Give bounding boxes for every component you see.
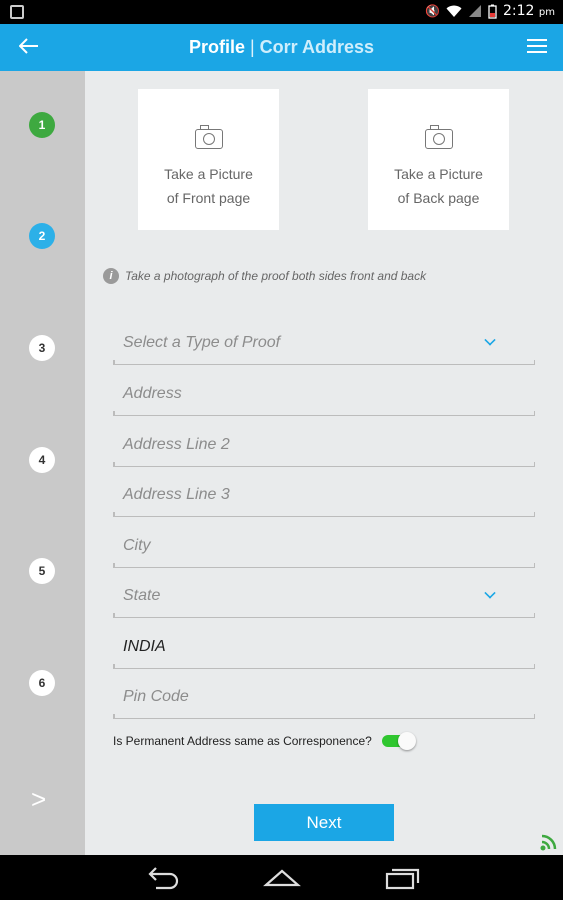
next-button[interactable]: Next: [254, 804, 394, 841]
camera-icon: [424, 125, 453, 149]
nav-recents-icon[interactable]: [383, 865, 423, 891]
address-line2-field[interactable]: Address Line 2: [113, 423, 535, 467]
step-3[interactable]: 3: [29, 335, 55, 361]
step-4[interactable]: 4: [29, 447, 55, 473]
title-main: Profile: [188, 37, 245, 57]
country-field[interactable]: INDIA: [113, 625, 535, 669]
clock: 2:12 pm: [503, 3, 555, 19]
status-icons: 🔇 2:12 pm: [425, 3, 555, 19]
signal-icon: [469, 5, 481, 17]
chevron-down-icon: [484, 587, 496, 599]
step-6[interactable]: 6: [29, 670, 55, 696]
chevron-down-icon: [484, 334, 496, 346]
permanent-address-question: Is Permanent Address same as Corresponen…: [113, 734, 372, 748]
steps-sidebar: 1 2 3 4 5 6 >: [0, 71, 85, 855]
nav-back-icon[interactable]: [144, 865, 184, 891]
address-field[interactable]: Address: [113, 372, 535, 416]
permanent-address-toggle[interactable]: [381, 732, 416, 750]
front-photo-card[interactable]: Take a Picture of Front page: [138, 89, 279, 230]
connectivity-icon: [540, 834, 557, 851]
step-5[interactable]: 5: [29, 558, 55, 584]
hamburger-icon-line: [527, 45, 547, 47]
mute-icon: 🔇: [425, 4, 440, 18]
info-icon: i: [103, 268, 119, 284]
gallery-icon: [10, 5, 24, 19]
title-separator: |: [249, 37, 255, 57]
photo-hint-text: Take a photograph of the proof both side…: [125, 269, 427, 283]
toggle-thumb: [397, 732, 416, 750]
back-photo-label: Take a Picture of Back page: [394, 166, 483, 206]
photo-hint: i Take a photograph of the proof both si…: [103, 268, 426, 284]
next-step-arrow[interactable]: >: [31, 784, 46, 815]
app-bar: Profile | Corr Address: [0, 24, 563, 71]
system-nav-bar: [0, 855, 563, 900]
page-title: Profile | Corr Address: [0, 37, 563, 58]
nav-home-icon[interactable]: [262, 865, 302, 891]
state-select[interactable]: State: [113, 574, 535, 618]
front-photo-label: Take a Picture of Front page: [164, 166, 253, 206]
camera-icon: [194, 125, 223, 149]
hamburger-icon-line: [527, 51, 547, 53]
permanent-address-row: Is Permanent Address same as Corresponen…: [113, 732, 416, 750]
address-line3-field[interactable]: Address Line 3: [113, 473, 535, 517]
city-field[interactable]: City: [113, 524, 535, 568]
hamburger-icon-line: [527, 39, 547, 41]
pin-code-field[interactable]: Pin Code: [113, 675, 535, 719]
step-2[interactable]: 2: [29, 223, 55, 249]
status-bar: 🔇 2:12 pm: [0, 0, 563, 24]
back-photo-card[interactable]: Take a Picture of Back page: [368, 89, 509, 230]
title-sub: Corr Address: [259, 37, 375, 57]
step-1[interactable]: 1: [29, 112, 55, 138]
proof-type-select[interactable]: Select a Type of Proof: [113, 321, 535, 365]
menu-button[interactable]: [527, 39, 547, 55]
wifi-icon: [446, 5, 462, 17]
battery-icon: [488, 4, 497, 19]
